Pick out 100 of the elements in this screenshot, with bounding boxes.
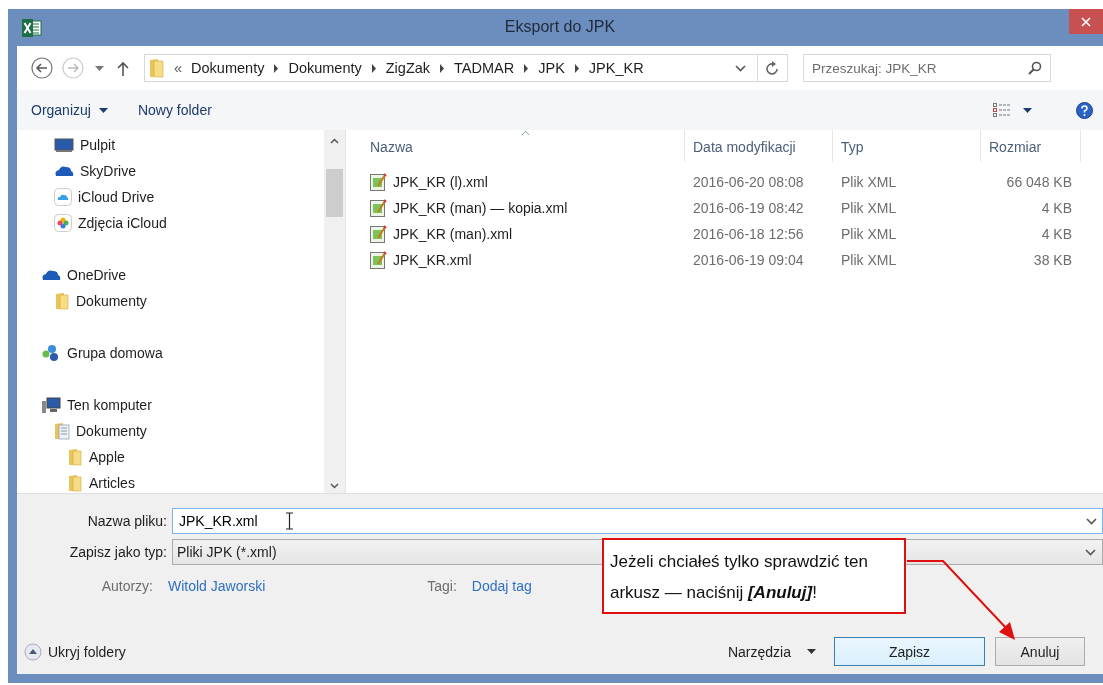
callout-note: Jeżeli chciałeś tylko sprawdzić ten arkusz — naciśnij [Anuluj]! <box>602 538 906 614</box>
refresh-icon <box>766 61 779 75</box>
dialog-button[interactable]: Anuluj <box>995 637 1085 666</box>
nav-item[interactable]: iCloud Drive <box>78 189 155 205</box>
field-label: Nazwa pliku: <box>86 513 168 529</box>
collapse-up-icon <box>24 642 42 661</box>
xml-file-icon <box>370 251 387 269</box>
column-header[interactable]: Data modyfikacji <box>685 130 833 162</box>
cloud-icon <box>54 188 72 206</box>
spreadsheet-app-icon <box>22 18 42 37</box>
breadcrumb[interactable]: Dokumenty <box>191 60 265 76</box>
up-arrow-icon <box>117 60 129 76</box>
chevron-down-icon <box>1086 518 1097 525</box>
file-type: Plik XML <box>840 200 898 216</box>
scroll-thumb[interactable] <box>326 169 343 217</box>
xml-file-icon <box>370 173 387 191</box>
computer-icon <box>41 396 61 414</box>
dialog-button[interactable]: Zapisz <box>834 637 985 666</box>
file-size: 4 KB <box>1040 200 1073 216</box>
caret-icon <box>98 107 108 113</box>
column-header[interactable]: Rozmiar <box>981 130 1081 162</box>
history-dropdown[interactable] <box>95 65 104 71</box>
file-size: 38 KB <box>1032 252 1073 268</box>
column-header[interactable]: Nazwa <box>370 130 685 162</box>
text-cursor-icon <box>286 512 293 530</box>
nav-item[interactable]: Zdjęcia iCloud <box>78 215 167 231</box>
folder-icon <box>67 448 83 466</box>
help-icon <box>1076 101 1093 119</box>
caret-icon <box>807 649 816 654</box>
back-button[interactable] <box>31 57 53 79</box>
help-button[interactable] <box>1076 101 1093 119</box>
field-label: Zapisz jako typ: <box>68 544 168 560</box>
homegroup-icon <box>41 344 61 362</box>
flower-icon <box>54 214 72 232</box>
new-folder-button[interactable]: Nowy folder <box>137 102 212 118</box>
metadata-link[interactable]: Witold Jaworski <box>168 578 266 594</box>
xml-file-icon <box>370 199 387 217</box>
chevron-down-icon[interactable] <box>735 64 746 72</box>
view-menu-dropdown[interactable] <box>1023 107 1032 113</box>
breadcrumb[interactable]: JPK_KR <box>588 60 644 76</box>
metadata-link[interactable]: Dodaj tag <box>471 578 532 594</box>
folder-icon <box>67 474 83 492</box>
xml-file-icon <box>370 225 387 243</box>
file-name[interactable]: JPK_KR (man).xml <box>393 226 513 242</box>
nav-item[interactable]: Ten komputer <box>67 397 152 413</box>
file-type: Plik XML <box>840 226 898 242</box>
nav-item[interactable]: Pulpit <box>80 137 116 153</box>
file-name-field[interactable]: JPK_KR.xml <box>172 508 1103 534</box>
address-bar[interactable]: « Dokumenty Dokumenty ZigZak TADMAR JPK JPK_KR <box>144 54 788 82</box>
search-field[interactable]: Przeszukaj: JPK_KR <box>803 54 1051 82</box>
overflow-chevron[interactable]: « <box>174 60 183 76</box>
cloud-icon <box>54 164 74 178</box>
nav-item[interactable]: Dokumenty <box>76 423 147 439</box>
separator-arrow-icon <box>523 63 530 73</box>
breadcrumb[interactable]: ZigZak <box>385 60 431 76</box>
file-type: Plik XML <box>840 252 898 268</box>
close-button[interactable] <box>1069 9 1103 34</box>
window-title: Eksport do JPK <box>504 18 616 36</box>
file-size: 66 048 KB <box>1005 174 1073 190</box>
up-button[interactable] <box>117 60 129 76</box>
file-name[interactable]: JPK_KR (l).xml <box>393 174 488 190</box>
close-icon <box>1081 16 1091 27</box>
folder-icon <box>149 58 165 78</box>
hide-folders-button[interactable]: Ukryj foldery <box>24 642 126 661</box>
scrollbar[interactable] <box>324 130 345 493</box>
separator-arrow-icon <box>273 63 280 73</box>
caret-icon <box>95 65 104 71</box>
nav-item[interactable]: Dokumenty <box>76 293 147 309</box>
file-date: 2016-06-20 08:08 <box>692 174 805 190</box>
breadcrumb[interactable]: TADMAR <box>454 60 515 76</box>
file-date: 2016-06-18 12:56 <box>692 226 805 242</box>
organize-menu[interactable]: Organizuj <box>31 102 108 118</box>
search-icon <box>1028 61 1042 75</box>
file-date: 2016-06-19 08:42 <box>692 200 805 216</box>
file-type: Plik XML <box>840 174 898 190</box>
nav-item[interactable]: OneDrive <box>67 267 127 283</box>
folder-icon <box>54 292 70 310</box>
file-size: 4 KB <box>1040 226 1073 242</box>
nav-item[interactable]: SkyDrive <box>80 163 136 179</box>
library-icon <box>54 422 70 440</box>
file-name[interactable]: JPK_KR (man) — kopia.xml <box>393 200 568 216</box>
file-name[interactable]: JPK_KR.xml <box>393 252 472 268</box>
nav-item[interactable]: Apple <box>89 449 125 465</box>
list-view-icon <box>993 103 1011 117</box>
nav-item[interactable]: Grupa domowa <box>67 345 163 361</box>
file-date: 2016-06-19 09:04 <box>692 252 805 268</box>
caret-icon <box>1023 107 1032 113</box>
scroll-down-icon[interactable] <box>330 483 339 489</box>
separator-arrow-icon <box>573 63 580 73</box>
breadcrumb[interactable]: JPK <box>538 60 565 76</box>
column-header[interactable]: Typ <box>833 130 981 162</box>
tools-menu[interactable]: Narzędzia <box>727 643 816 660</box>
view-options-button[interactable] <box>993 103 1011 117</box>
scroll-up-icon[interactable] <box>330 138 339 144</box>
breadcrumb[interactable]: Dokumenty <box>288 60 362 76</box>
chevron-down-icon <box>1085 548 1096 556</box>
separator-arrow-icon <box>439 63 446 73</box>
separator-arrow-icon <box>370 63 377 73</box>
nav-item[interactable]: Articles <box>89 475 135 491</box>
monitor-icon <box>54 137 74 153</box>
